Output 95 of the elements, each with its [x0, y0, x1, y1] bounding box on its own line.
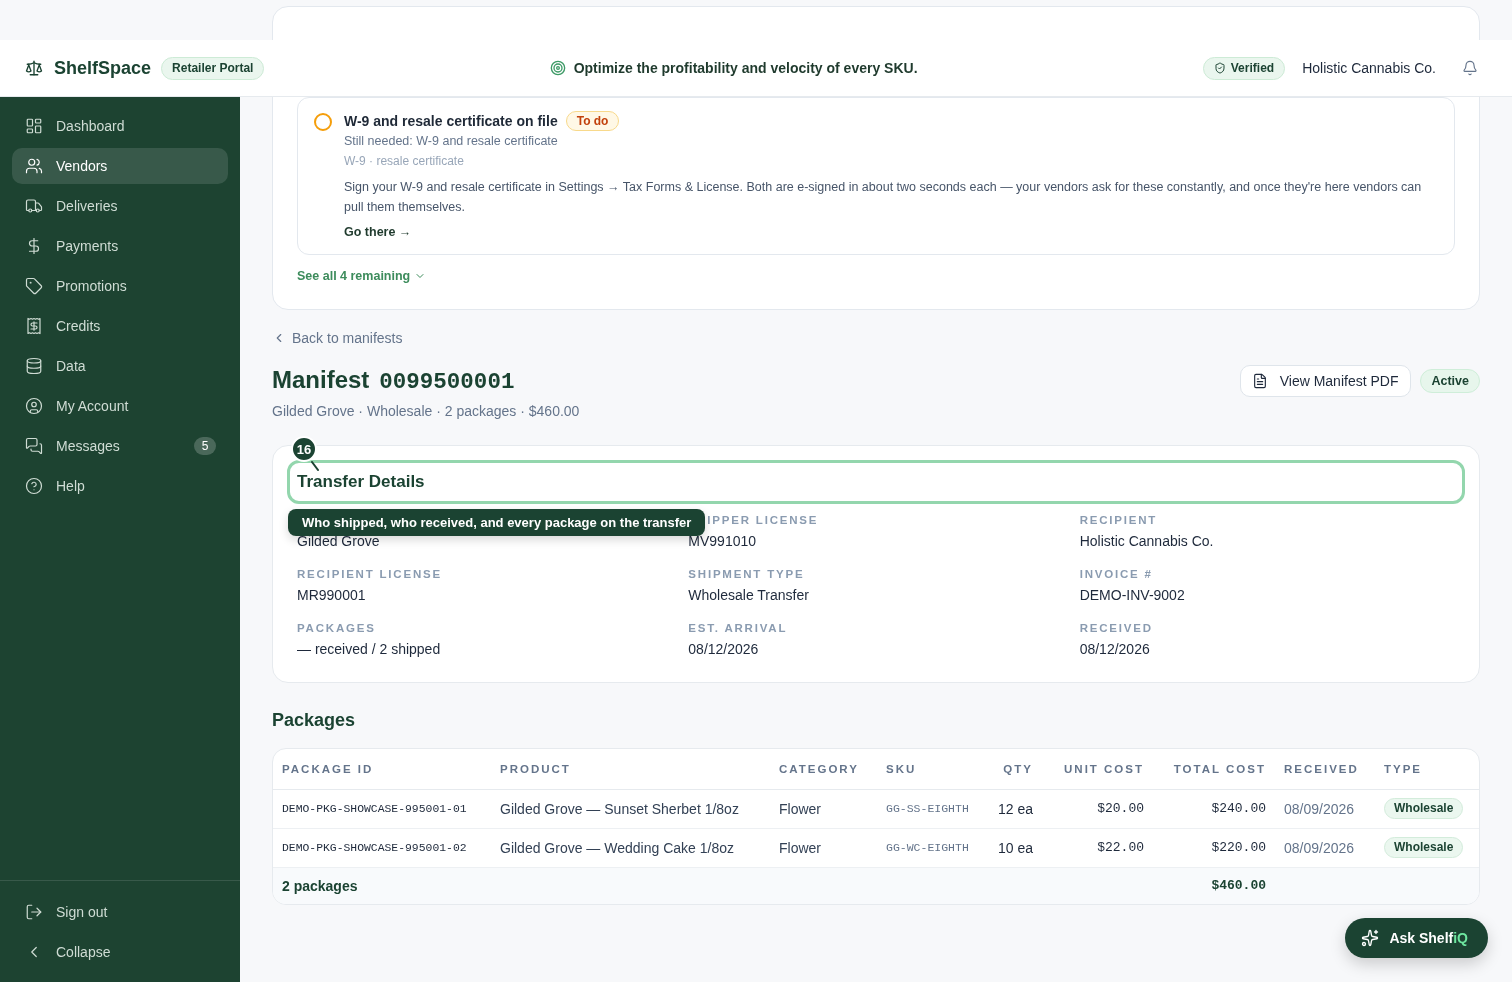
needed-documents-text: Still needed: W-9 and resale certificate: [344, 133, 559, 150]
column-header: QTY: [983, 749, 1042, 789]
user-circle-icon: [25, 397, 43, 415]
help-icon: [25, 477, 43, 495]
field-value: MR990001: [297, 586, 367, 605]
table-cell: GG-SS-EIGHTH: [877, 789, 983, 828]
account-name: Holistic Cannabis Co.: [1302, 60, 1436, 76]
tooltip: Who shipped, who received, and every package on the transfer: [288, 509, 706, 536]
sidebar-item[interactable]: Data: [12, 348, 228, 384]
table-cell: 08/09/2026: [1275, 828, 1375, 867]
table-cell: $240.00: [1153, 789, 1275, 828]
type-tag: Wholesale: [1384, 837, 1464, 858]
field-label: EST. ARRIVAL: [688, 621, 789, 636]
sidebar-item[interactable]: Messages 5: [12, 428, 228, 464]
column-header: PRODUCT: [491, 749, 770, 789]
total-cost-cell: $460.00: [1153, 867, 1275, 904]
document-list-text: W-9 · resale certificate: [344, 153, 465, 170]
go-there-link[interactable]: Go there →: [344, 222, 412, 242]
sidebar-item[interactable]: Collapse: [12, 934, 228, 970]
sidebar-item[interactable]: Help: [12, 468, 228, 504]
sign-out-icon: [25, 903, 43, 921]
table-cell: Flower: [770, 789, 877, 828]
field-label: RECEIVED: [1079, 621, 1154, 636]
status-badge: Active: [1420, 369, 1480, 393]
unread-count-badge: 5: [194, 437, 216, 455]
field-value: Wholesale Transfer: [688, 586, 810, 605]
table-cell: $22.00: [1042, 828, 1153, 867]
status-badge: To do: [565, 111, 620, 131]
field-value: 08/12/2026: [1079, 640, 1151, 659]
column-header: TOTAL COST: [1153, 749, 1275, 789]
sidebar-item[interactable]: Credits: [12, 308, 228, 344]
type-tag: Wholesale: [1384, 798, 1464, 819]
field-label: SHIPMENT TYPE: [688, 567, 806, 582]
back-link[interactable]: Back to manifests: [272, 328, 403, 348]
field-label: RECIPIENT LICENSE: [297, 567, 443, 582]
column-header: PACKAGE ID: [273, 749, 491, 789]
table-cell: $220.00: [1153, 828, 1275, 867]
field-label: INVOICE #: [1079, 567, 1154, 582]
database-icon: [25, 357, 43, 375]
tagline: Optimize the profitability and velocity of every SKU.: [573, 60, 918, 76]
ask-assistant-button[interactable]: Ask ShelfiQ: [1345, 918, 1488, 958]
sidebar-item[interactable]: Deliveries: [12, 188, 228, 224]
bell-icon: [1462, 60, 1478, 76]
sidebar-item[interactable]: Dashboard: [12, 108, 228, 144]
table-cell: Gilded Grove — Sunset Sherbet 1/8oz: [491, 789, 770, 828]
truck-icon: [25, 197, 43, 215]
dashboard-icon: [25, 117, 43, 135]
sidebar-item[interactable]: Sign out: [12, 894, 228, 930]
shield-check-icon: [1213, 62, 1226, 74]
field-value: DEMO-INV-9002: [1079, 586, 1186, 605]
column-header: UNIT COST: [1042, 749, 1153, 789]
field-value: — received / 2 shipped: [297, 640, 442, 659]
see-all-button[interactable]: See all 4 remaining: [297, 267, 427, 285]
brand-name: ShelfSpace: [54, 57, 152, 80]
column-header: RECEIVED: [1275, 749, 1375, 789]
column-header: CATEGORY: [770, 749, 877, 789]
checklist-item-description: Sign your W-9 and resale certificate in Settings → Tax Forms & License. Both are e-signed in about two seconds each — your vendors ask for these constantly, and once they're here vendors can pull them themselves.: [344, 179, 1423, 216]
field-label: IPPER LICENSE: [707, 513, 820, 528]
table-cell: 12 ea: [983, 789, 1042, 828]
manifest-summary: Gilded Grove · Wholesale · 2 packages · $460.00: [272, 402, 581, 421]
section-title: Transfer Details: [297, 471, 425, 493]
table-cell: GG-WC-EIGHTH: [877, 828, 983, 867]
sparkle-icon: [1361, 929, 1380, 947]
sidebar-item[interactable]: Vendors: [12, 148, 228, 184]
field-value: 08/12/2026: [688, 640, 760, 659]
field-label: PACKAGES: [297, 621, 377, 636]
chat-bubbles-icon: [25, 437, 43, 455]
sidebar-item[interactable]: Payments: [12, 228, 228, 264]
tag-icon: [25, 277, 43, 295]
table-cell: DEMO-PKG-SHOWCASE-995001-01: [273, 789, 491, 828]
checklist-item-title: W-9 and resale certificate on file: [344, 112, 558, 131]
verified-badge: Verified: [1202, 56, 1286, 80]
table-cell: $20.00: [1042, 789, 1153, 828]
sidebar-item[interactable]: Promotions: [12, 268, 228, 304]
field-label: RECIPIENT: [1079, 513, 1159, 528]
package-count: 2 packages: [273, 867, 1153, 904]
people-icon: [25, 157, 43, 175]
manifest-title: Manifest 0099500001: [272, 365, 515, 397]
table-cell: 10 ea: [983, 828, 1042, 867]
view-pdf-button[interactable]: View Manifest PDF: [1239, 365, 1412, 397]
table-cell: Flower: [770, 828, 877, 867]
column-header: TYPE: [1375, 749, 1479, 789]
target-icon: [549, 60, 566, 76]
sidebar-item[interactable]: My Account: [12, 388, 228, 424]
table-cell: DEMO-PKG-SHOWCASE-995001-02: [273, 828, 491, 867]
column-header: SKU: [877, 749, 983, 789]
table-cell: Gilded Grove — Wedding Cake 1/8oz: [491, 828, 770, 867]
table-cell: 08/09/2026: [1275, 789, 1375, 828]
section-title: Packages: [272, 709, 357, 731]
field-value: Holistic Cannabis Co.: [1079, 532, 1215, 551]
step-number-badge: 16: [291, 436, 317, 462]
receipt-icon: [25, 317, 43, 335]
portal-badge: Retailer Portal: [161, 56, 265, 80]
document-icon: [1251, 373, 1268, 389]
balance-scale-icon: [25, 59, 43, 77]
